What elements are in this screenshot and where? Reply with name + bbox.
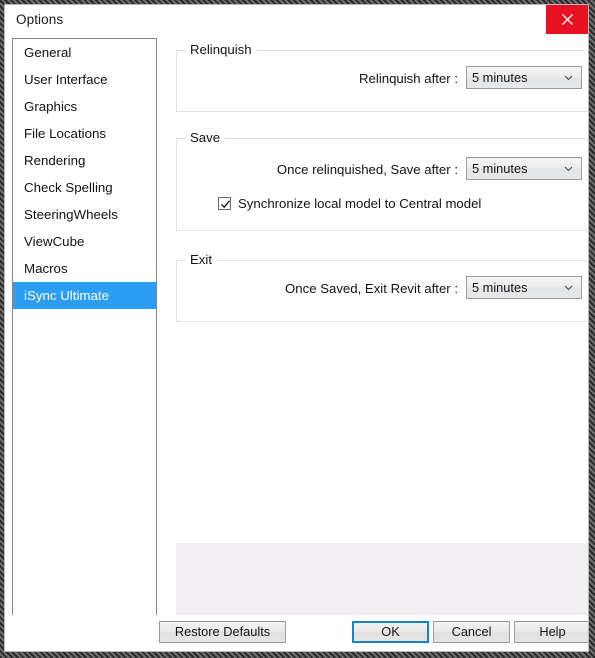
exit-group-legend: Exit <box>186 252 217 267</box>
relinquish-after-label: Relinquish after : <box>359 71 458 86</box>
relinquish-after-value: 5 minutes <box>472 70 528 85</box>
synchronize-local-model-label: Synchronize local model to Central model <box>238 196 482 211</box>
close-icon <box>561 14 573 25</box>
chevron-down-icon <box>564 75 573 81</box>
save-groupbox: Save Once relinquished, Save after : 5 m… <box>176 130 588 231</box>
close-button[interactable] <box>546 5 588 34</box>
save-group-legend: Save <box>186 130 226 145</box>
chevron-down-icon <box>564 285 573 291</box>
restore-defaults-button[interactable]: Restore Defaults <box>159 621 286 643</box>
relinquish-groupbox: Relinquish Relinquish after : 5 minutes <box>176 42 588 112</box>
options-dialog-window: Options General User Interface Graphics … <box>0 0 595 658</box>
sidebar-item-viewcube[interactable]: ViewCube <box>13 228 156 255</box>
title-bar: Options <box>5 5 588 35</box>
dialog-footer: Restore Defaults OK Cancel Help <box>5 615 588 651</box>
exit-groupbox: Exit Once Saved, Exit Revit after : 5 mi… <box>176 252 588 322</box>
sidebar-item-isync-ultimate[interactable]: iSync Ultimate <box>13 282 156 309</box>
checkmark-icon <box>220 200 231 209</box>
save-after-value: 5 minutes <box>472 161 528 176</box>
settings-panel: Relinquish Relinquish after : 5 minutes … <box>165 38 588 623</box>
sidebar-item-graphics[interactable]: Graphics <box>13 93 156 120</box>
save-after-label: Once relinquished, Save after : <box>276 162 458 177</box>
sidebar-item-check-spelling[interactable]: Check Spelling <box>13 174 156 201</box>
help-button[interactable]: Help <box>514 621 588 643</box>
sidebar-item-general[interactable]: General <box>13 39 156 66</box>
relinquish-group-legend: Relinquish <box>186 42 257 57</box>
exit-revit-after-select[interactable]: 5 minutes <box>466 276 582 299</box>
sidebar-item-steeringwheels[interactable]: SteeringWheels <box>13 201 156 228</box>
cancel-button[interactable]: Cancel <box>433 621 510 643</box>
chevron-down-icon <box>564 166 573 172</box>
ok-button[interactable]: OK <box>352 621 429 643</box>
synchronize-local-model-checkbox-row[interactable]: Synchronize local model to Central model <box>218 196 481 211</box>
sidebar-item-file-locations[interactable]: File Locations <box>13 120 156 147</box>
save-after-select[interactable]: 5 minutes <box>466 157 582 180</box>
exit-revit-after-label: Once Saved, Exit Revit after : <box>285 281 458 296</box>
sidebar-item-rendering[interactable]: Rendering <box>13 147 156 174</box>
dialog-body: Options General User Interface Graphics … <box>4 4 589 652</box>
relinquish-after-select[interactable]: 5 minutes <box>466 66 582 89</box>
exit-revit-after-value: 5 minutes <box>472 280 528 295</box>
category-listbox[interactable]: General User Interface Graphics File Loc… <box>12 38 157 623</box>
sidebar-item-macros[interactable]: Macros <box>13 255 156 282</box>
synchronize-local-model-checkbox[interactable] <box>218 197 231 210</box>
sidebar-item-user-interface[interactable]: User Interface <box>13 66 156 93</box>
page-title: Options <box>16 12 64 27</box>
panel-filler-area <box>176 543 588 617</box>
